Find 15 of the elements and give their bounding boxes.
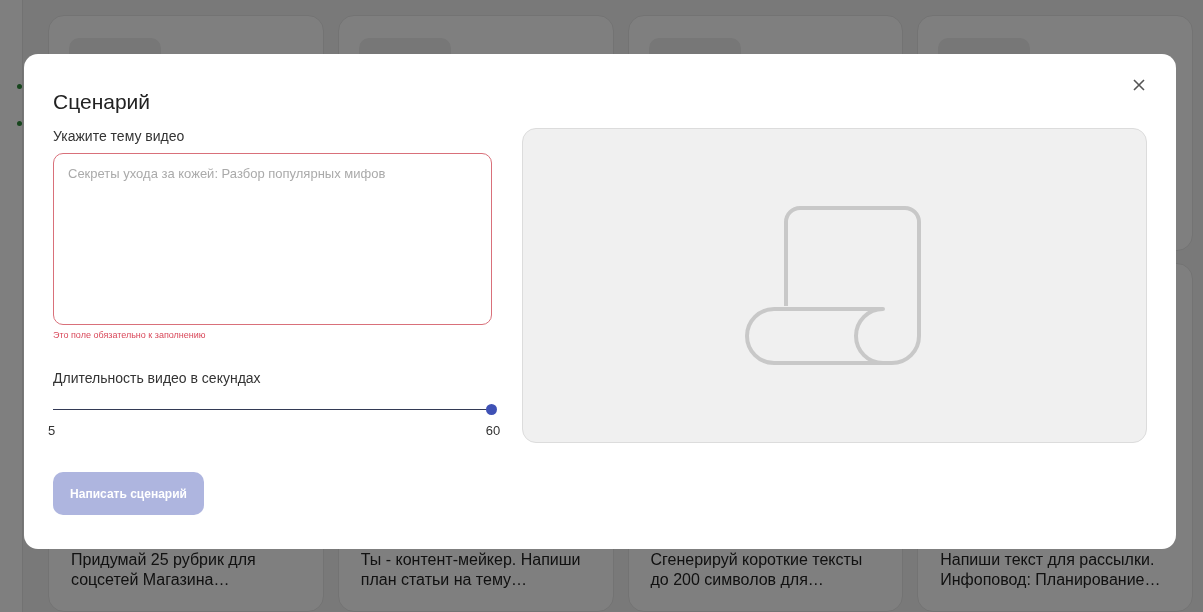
dialog-title: Сценарий: [53, 90, 152, 114]
status-dot: [17, 121, 22, 126]
topic-field[interactable]: Секреты ухода за кожей: Разбор популярных мифов: [53, 153, 493, 325]
card-description: Напиши текст для рассылки. Инфоповод: Планирование…: [940, 550, 1162, 590]
close-button[interactable]: [1131, 77, 1147, 93]
card-description: Сгенерируй короткие тексты до 200 символов для…: [650, 550, 864, 590]
card-description: Придумай 25 рубрик для соцсетей Магазина…: [71, 550, 257, 590]
status-dot: [17, 84, 22, 89]
slider-label: Длительность видео в секундах: [53, 370, 262, 386]
field-label: Укажите тему видео: [53, 128, 186, 144]
max-value: 60: [485, 423, 501, 438]
min-value: 5: [48, 423, 56, 438]
close-icon: [1133, 79, 1145, 91]
error-message: Это поле обязательно к заполнению: [53, 330, 207, 340]
card-description: Ты - контент-мейкер. Напиши план статьи на тему…: [360, 550, 582, 590]
